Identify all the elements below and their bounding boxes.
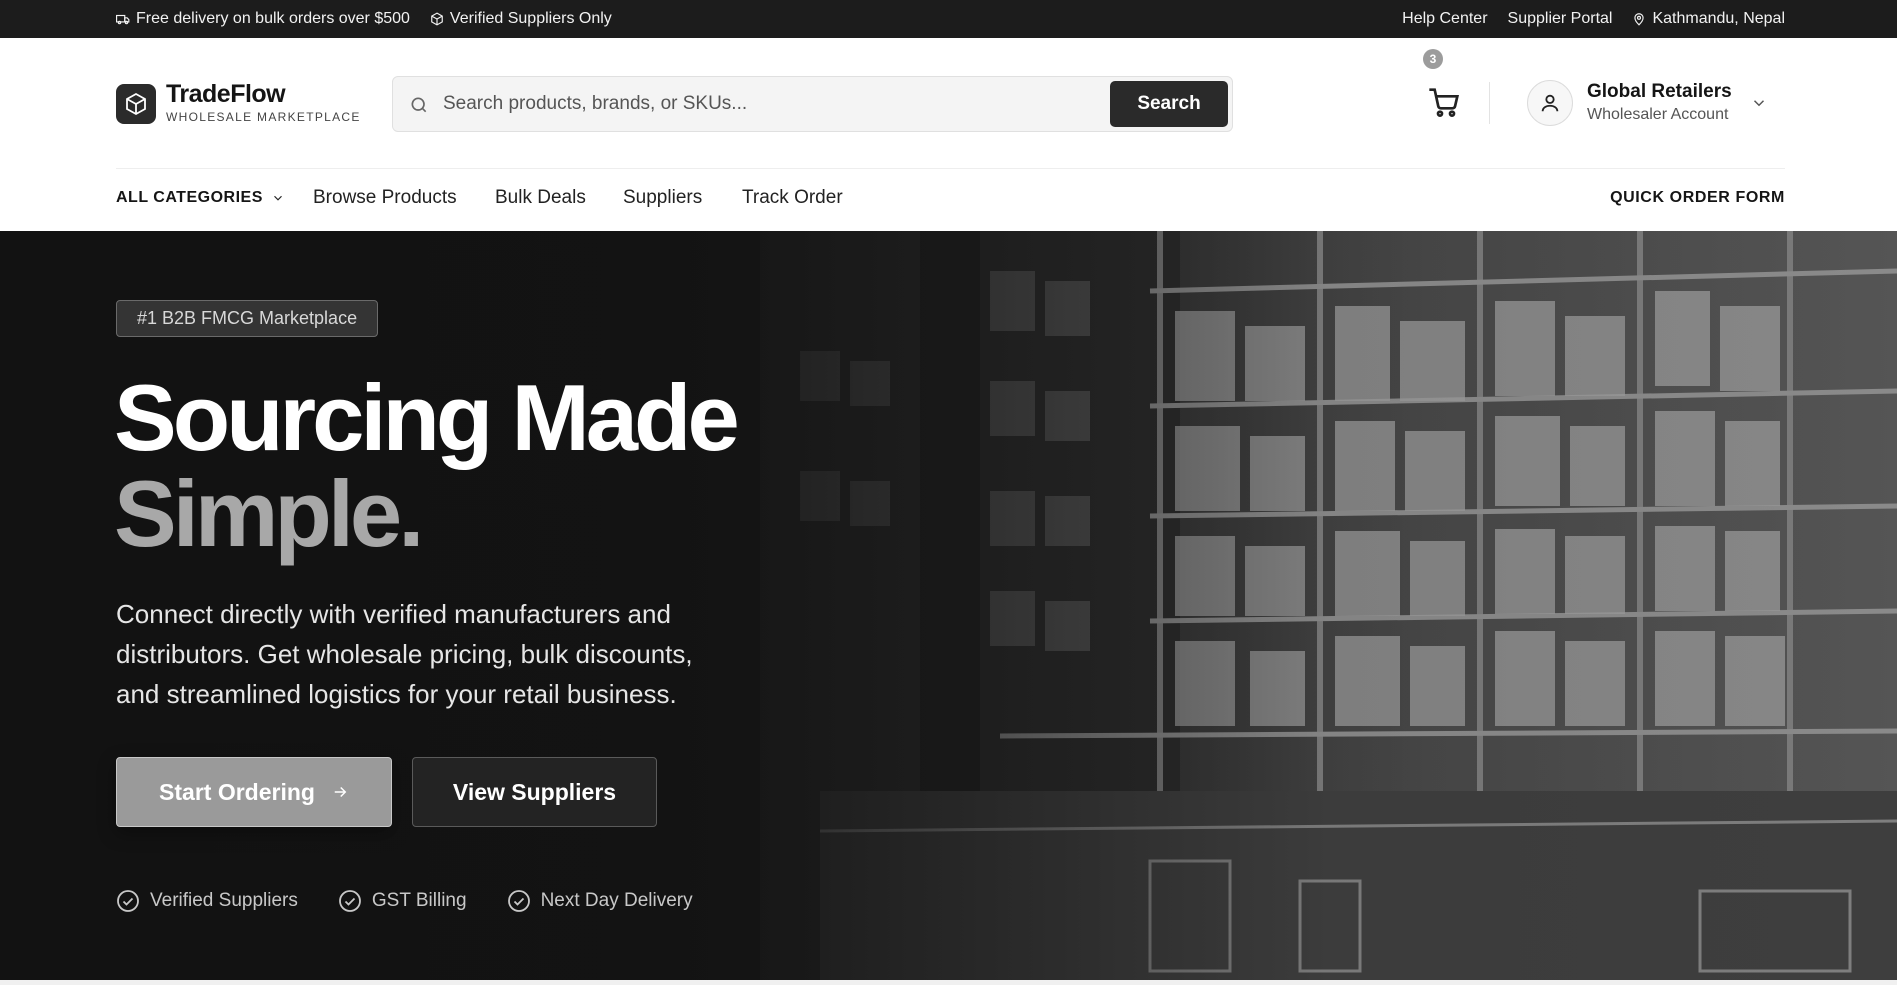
hero-badge: #1 B2B FMCG Marketplace bbox=[116, 300, 379, 337]
start-ordering-button[interactable]: Start Ordering bbox=[116, 757, 392, 827]
nav-browse-products[interactable]: Browse Products bbox=[313, 187, 457, 209]
location-selector[interactable]: Kathmandu, Nepal bbox=[1632, 10, 1785, 28]
top-bar-right: Help Center Supplier Portal Kathmandu, N… bbox=[1402, 0, 1785, 38]
hero-features: Verified Suppliers GST Billing Next Day … bbox=[116, 889, 693, 913]
feature-label: Next Day Delivery bbox=[540, 890, 693, 911]
delivery-text: Free delivery on bulk orders over $500 bbox=[136, 10, 410, 27]
arrow-right-icon bbox=[334, 786, 347, 798]
cart-icon bbox=[1429, 88, 1460, 117]
nav-suppliers[interactable]: Suppliers bbox=[623, 187, 702, 209]
verified-text: Verified Suppliers Only bbox=[449, 10, 612, 27]
search-bar: Search bbox=[392, 76, 1233, 132]
check-circle-icon bbox=[117, 890, 139, 912]
chevron-down-icon bbox=[273, 195, 282, 201]
feature-label: GST Billing bbox=[371, 890, 467, 911]
hero-headline-line-2: Simple. bbox=[114, 461, 424, 566]
start-ordering-label: Start Ordering bbox=[159, 778, 315, 805]
main-nav: ALL CATEGORIES Browse Products Bulk Deal… bbox=[0, 169, 1897, 231]
check-circle-icon bbox=[338, 890, 361, 912]
package-icon bbox=[126, 92, 146, 116]
hero-lead-text: Connect directly with verified manufactu… bbox=[116, 599, 693, 709]
cart-button[interactable] bbox=[1428, 87, 1460, 119]
help-center-link[interactable]: Help Center bbox=[1402, 10, 1487, 28]
truck-icon bbox=[116, 14, 130, 25]
check-circle-icon bbox=[507, 890, 530, 912]
feature-item: Next Day Delivery bbox=[507, 889, 693, 913]
nav-bulk-deals[interactable]: Bulk Deals bbox=[495, 187, 586, 209]
logo-mark[interactable] bbox=[116, 84, 156, 124]
search-button[interactable]: Search bbox=[1110, 81, 1228, 127]
map-pin-icon bbox=[1634, 13, 1645, 26]
feature-item: GST Billing bbox=[338, 889, 467, 913]
top-bar: Free delivery on bulk orders over $500 V… bbox=[0, 0, 1897, 38]
chevron-down-icon[interactable] bbox=[1750, 94, 1768, 112]
search-input[interactable] bbox=[443, 86, 983, 122]
account-name[interactable]: Global Retailers bbox=[1587, 81, 1732, 103]
supplier-portal-link[interactable]: Supplier Portal bbox=[1508, 10, 1613, 28]
cart-count-badge: 3 bbox=[1423, 49, 1443, 69]
quick-order-form-link[interactable]: QUICK ORDER FORM bbox=[1610, 189, 1785, 207]
hero-section: #1 B2B FMCG Marketplace Sourcing Made Si… bbox=[0, 231, 1897, 980]
location-text: Kathmandu, Nepal bbox=[1652, 10, 1785, 27]
nav-track-order[interactable]: Track Order bbox=[742, 187, 843, 209]
feature-label: Verified Suppliers bbox=[150, 890, 298, 911]
brand-tagline: WHOLESALE MARKETPLACE bbox=[166, 110, 361, 124]
header-divider bbox=[1489, 82, 1490, 124]
top-bar-left: Free delivery on bulk orders over $500 V… bbox=[116, 0, 612, 38]
main-header: TradeFlow WHOLESALE MARKETPLACE Search 3… bbox=[0, 38, 1897, 169]
feature-item: Verified Suppliers bbox=[116, 889, 298, 913]
brand-name[interactable]: TradeFlow bbox=[166, 80, 286, 109]
account-type: Wholesaler Account bbox=[1587, 106, 1729, 123]
search-icon bbox=[411, 97, 427, 113]
all-categories-label: ALL CATEGORIES bbox=[116, 189, 263, 206]
view-suppliers-button[interactable]: View Suppliers bbox=[412, 757, 657, 827]
package-icon bbox=[431, 12, 443, 26]
all-categories-dropdown[interactable]: ALL CATEGORIES bbox=[116, 189, 285, 207]
user-icon bbox=[1541, 94, 1559, 112]
avatar[interactable] bbox=[1527, 80, 1573, 126]
hero-headline-line-1: Sourcing Made bbox=[114, 365, 740, 470]
verified-notice: Verified Suppliers Only bbox=[430, 10, 612, 28]
section-divider bbox=[0, 980, 1897, 985]
delivery-notice: Free delivery on bulk orders over $500 bbox=[116, 10, 410, 28]
